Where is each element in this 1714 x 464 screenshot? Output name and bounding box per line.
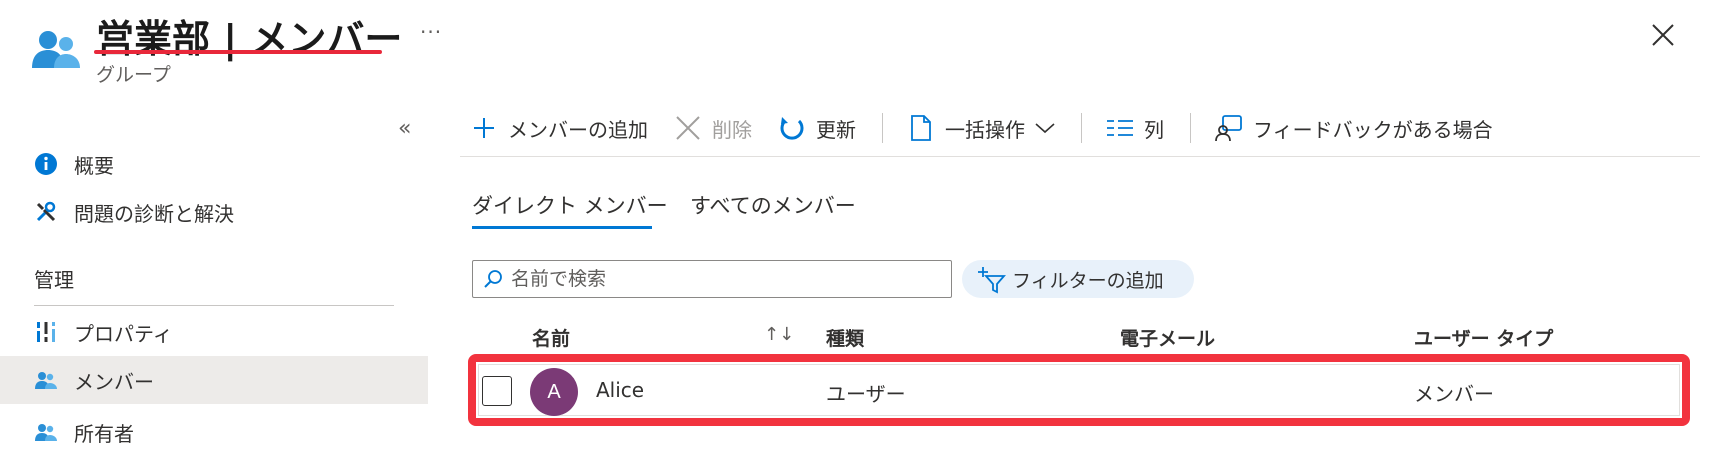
sort-icon[interactable]: ↑↓	[764, 324, 794, 345]
search-box[interactable]	[472, 260, 952, 298]
toolbar-divider	[460, 156, 1700, 157]
group-icon	[32, 31, 80, 68]
column-header-user-type[interactable]: ユーザー タイプ	[1414, 324, 1553, 351]
add-filter-icon	[978, 267, 1006, 294]
search-input[interactable]	[511, 268, 931, 290]
feedback-button[interactable]: フィードバックがある場合	[1215, 114, 1493, 143]
member-type: ユーザー	[826, 382, 906, 406]
command-bar: メンバーの追加 削除 更新 一括操作 列 フィードバックがある場合	[470, 108, 1519, 148]
title-highlight-mark	[94, 50, 382, 54]
bulk-operations-button[interactable]: 一括操作	[907, 114, 1055, 143]
add-member-label: メンバーの追加	[508, 117, 648, 142]
sidebar-item-label: 所有者	[74, 421, 134, 446]
more-options-button[interactable]: ···	[420, 20, 442, 44]
page-title: 営業部 | メンバー	[96, 17, 403, 61]
sidebar-item-properties[interactable]: プロパティ	[0, 308, 428, 356]
tab-direct-members[interactable]: ダイレクト メンバー	[472, 190, 668, 220]
search-icon	[483, 269, 503, 289]
columns-button[interactable]: 列	[1106, 114, 1164, 143]
page-subtitle: グループ	[96, 64, 171, 86]
delete-button[interactable]: 削除	[674, 114, 752, 143]
active-tab-indicator	[472, 226, 652, 229]
columns-icon	[1106, 114, 1134, 142]
refresh-button[interactable]: 更新	[778, 114, 856, 143]
collapse-sidebar-button[interactable]: «	[398, 116, 411, 141]
section-divider	[34, 305, 394, 306]
bulk-operations-label: 一括操作	[945, 117, 1025, 142]
close-icon[interactable]	[1650, 22, 1676, 48]
sidebar-item-label: 問題の診断と解決	[74, 201, 234, 226]
document-icon	[907, 114, 935, 142]
column-header-email[interactable]: 電子メール	[1120, 324, 1215, 351]
owners-icon	[34, 420, 58, 444]
sidebar-item-diagnose[interactable]: 問題の診断と解決	[0, 188, 428, 236]
column-header-name[interactable]: 名前	[532, 324, 570, 351]
row-select-checkbox[interactable]	[482, 376, 512, 406]
chevron-down-icon	[1035, 122, 1055, 134]
wrench-icon	[34, 200, 58, 224]
toolbar-separator	[1190, 113, 1191, 143]
feedback-label: フィードバックがある場合	[1253, 117, 1493, 142]
add-filter-label: フィルターの追加	[1012, 269, 1164, 292]
columns-label: 列	[1144, 117, 1164, 142]
member-user-type: メンバー	[1414, 382, 1494, 406]
sidebar-item-label: メンバー	[74, 369, 154, 394]
table-row[interactable]	[478, 364, 1680, 416]
add-member-button[interactable]: メンバーの追加	[470, 114, 648, 143]
feedback-icon	[1215, 114, 1243, 142]
toolbar-separator	[1081, 113, 1082, 143]
members-icon	[34, 368, 58, 392]
column-header-type[interactable]: 種類	[826, 324, 864, 351]
close-x-icon	[674, 114, 702, 142]
sidebar-item-members[interactable]: メンバー	[0, 356, 428, 404]
properties-icon	[34, 320, 58, 344]
add-filter-button[interactable]: フィルターの追加	[962, 260, 1194, 298]
tab-all-members[interactable]: すべてのメンバー	[690, 190, 856, 220]
sidebar-item-label: プロパティ	[74, 321, 173, 346]
sidebar-item-overview[interactable]: 概要	[0, 140, 428, 188]
plus-icon	[470, 114, 498, 142]
avatar: A	[530, 368, 578, 416]
delete-label: 削除	[712, 117, 752, 142]
member-name[interactable]: Alice	[596, 378, 644, 402]
refresh-label: 更新	[816, 117, 856, 142]
refresh-icon	[778, 114, 806, 142]
section-heading-manage: 管理	[34, 268, 74, 292]
sidebar-item-owners[interactable]: 所有者	[0, 408, 428, 456]
toolbar-separator	[882, 113, 883, 143]
sidebar-item-label: 概要	[74, 153, 114, 178]
info-icon	[34, 152, 58, 176]
